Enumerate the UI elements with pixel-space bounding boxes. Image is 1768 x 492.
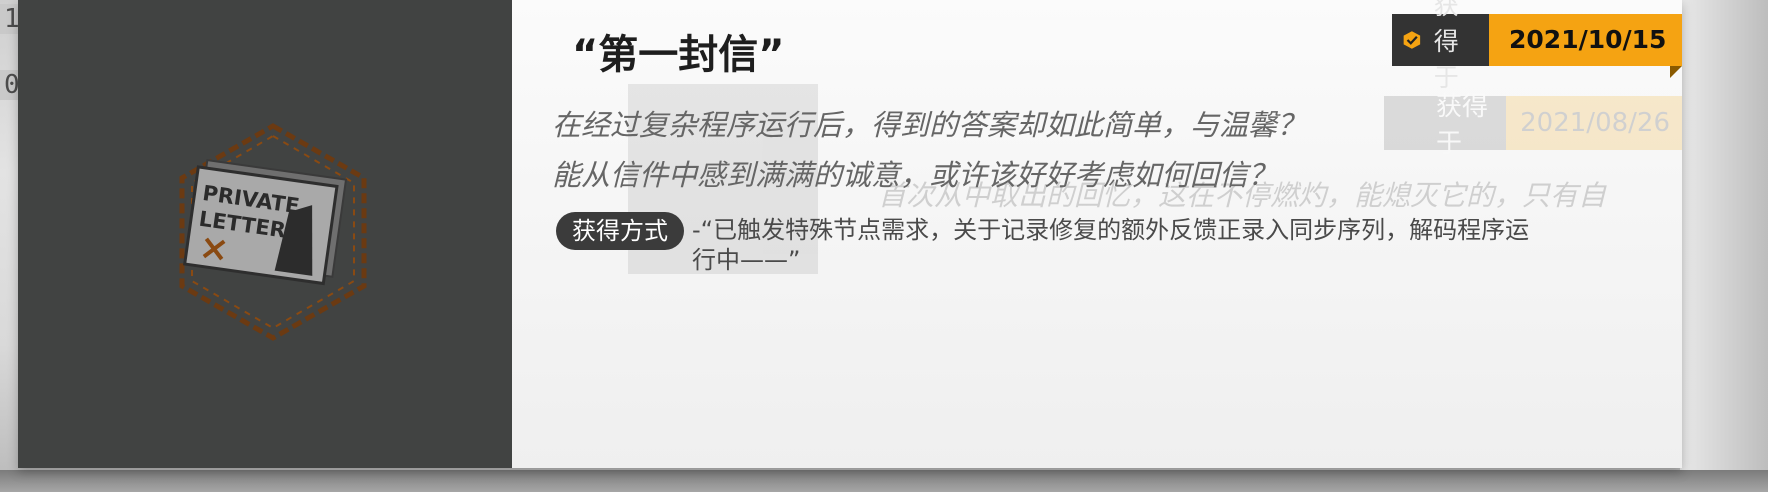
obtained-label: 获得于 [1433, 0, 1459, 92]
description-line-2: 能从信件中感到满满的诚意，或许该好好考虑如何回信？ [552, 158, 1278, 192]
check-shield-icon [1403, 31, 1421, 49]
obtained-label-box: 获得于 [1392, 0, 1490, 92]
collectible-card: PRIVATE LETTER 获得于 2021/08/26 首次从中取出的回忆，… [18, 0, 1682, 468]
acquisition-method-tag: 获得方式 [556, 212, 684, 250]
card-content: 获得于 2021/08/26 首次从中取出的回忆，这在不停燃灼，能熄灭它的，只有… [512, 0, 1682, 468]
obtained-badge: 获得于 2021/10/15 [1392, 0, 1682, 92]
art-panel: PRIVATE LETTER [18, 0, 512, 468]
background-right [1680, 0, 1768, 492]
description-line-1: 在经过复杂程序运行后，得到的答案却如此简单，与温馨？ [552, 108, 1307, 142]
card-title: “第一封信” [572, 32, 785, 78]
acquisition-method-text: -“已触发特殊节点需求，关于记录修复的额外反馈正录入同步序列，解码程序运行中——… [692, 216, 1530, 274]
obtained-date: 2021/10/15 [1489, 14, 1682, 66]
card-description: 在经过复杂程序运行后，得到的答案却如此简单，与温馨？ 能从信件中感到满满的诚意，… [552, 100, 1592, 200]
private-letter-emblem: PRIVATE LETTER [179, 123, 367, 341]
badge-fold [1670, 66, 1682, 78]
background-bottom [0, 470, 1768, 492]
